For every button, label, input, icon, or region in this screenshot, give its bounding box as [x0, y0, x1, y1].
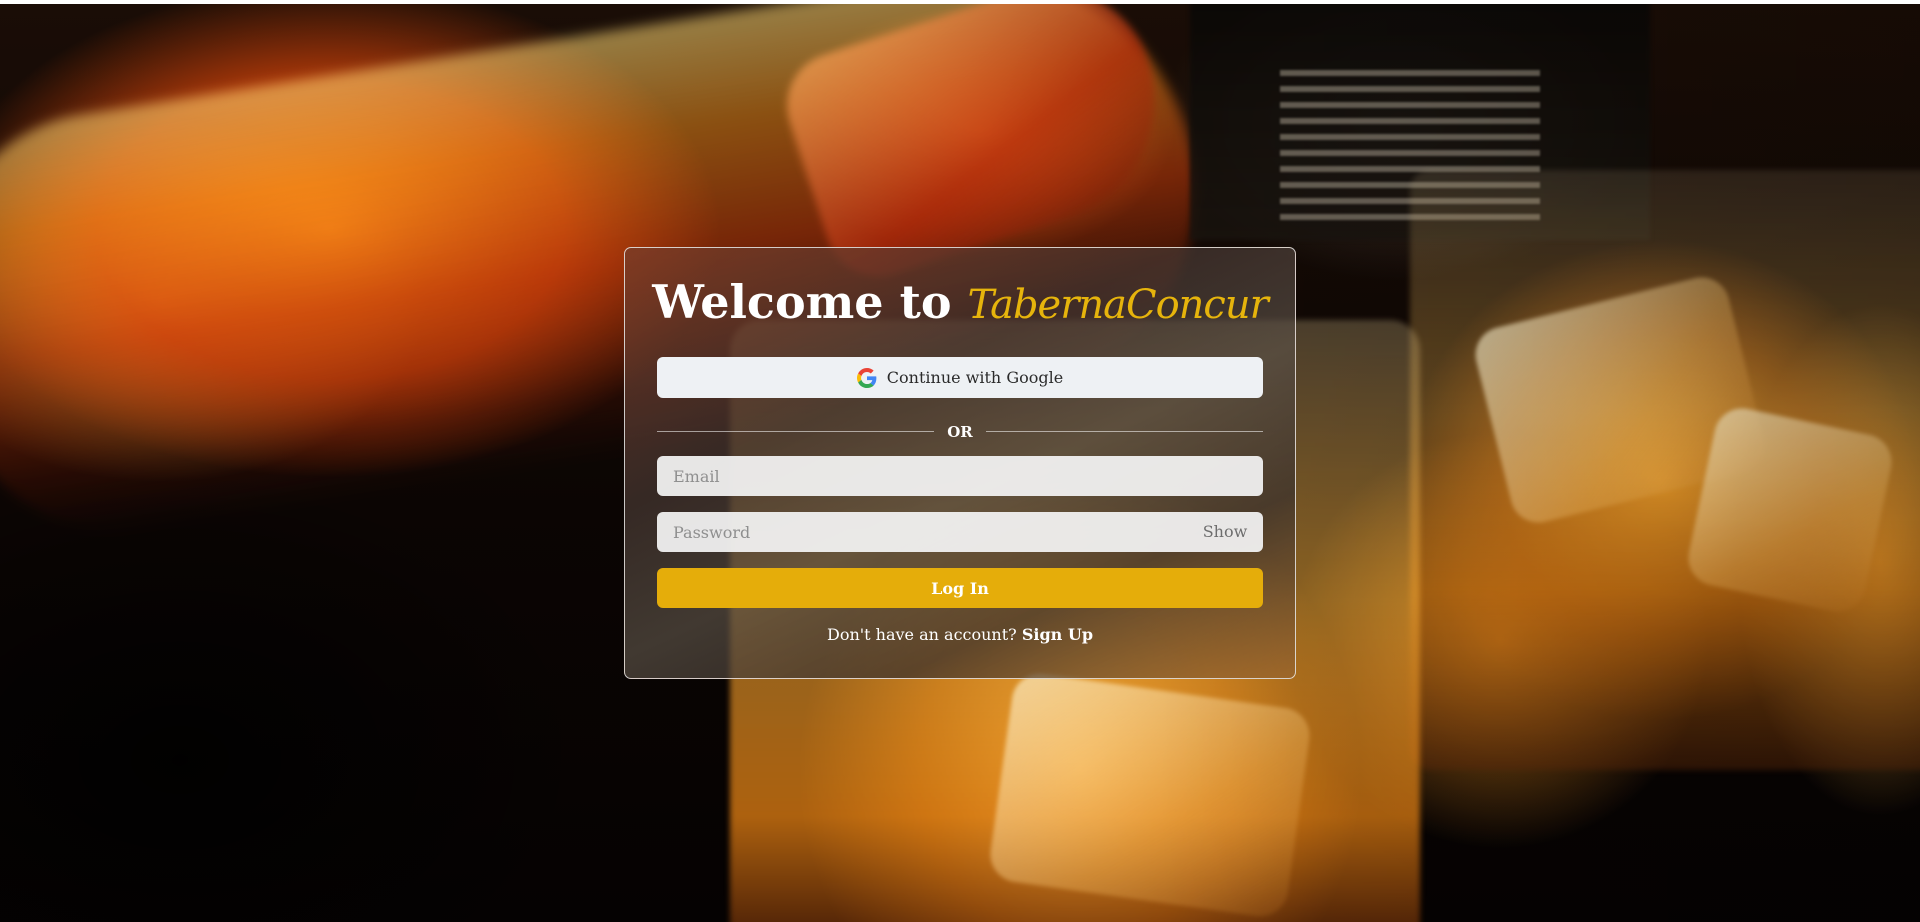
email-input[interactable]	[657, 456, 1263, 496]
signup-prompt: Don't have an account?	[826, 625, 1017, 644]
google-icon	[856, 367, 877, 388]
continue-with-google-button[interactable]: Continue with Google	[657, 357, 1263, 398]
show-password-toggle[interactable]: Show	[1195, 512, 1255, 552]
divider-line-right	[986, 431, 1263, 432]
divider-label: OR	[947, 423, 973, 441]
signup-link[interactable]: Sign Up	[1022, 625, 1093, 644]
login-card: Welcome to TabernaConcur Continue with G…	[624, 247, 1296, 679]
top-edge-bar	[0, 0, 1920, 4]
login-button[interactable]: Log In	[657, 568, 1263, 608]
login-title: Welcome to TabernaConcur	[625, 274, 1295, 333]
google-button-label: Continue with Google	[886, 368, 1064, 387]
or-divider: OR	[657, 420, 1263, 444]
password-input[interactable]	[657, 512, 1263, 552]
title-prefix: Welcome to	[652, 275, 952, 329]
login-page: Welcome to TabernaConcur Continue with G…	[0, 0, 1920, 922]
brand-name: TabernaConcur	[967, 282, 1269, 328]
signup-row: Don't have an account? Sign Up	[625, 624, 1295, 646]
